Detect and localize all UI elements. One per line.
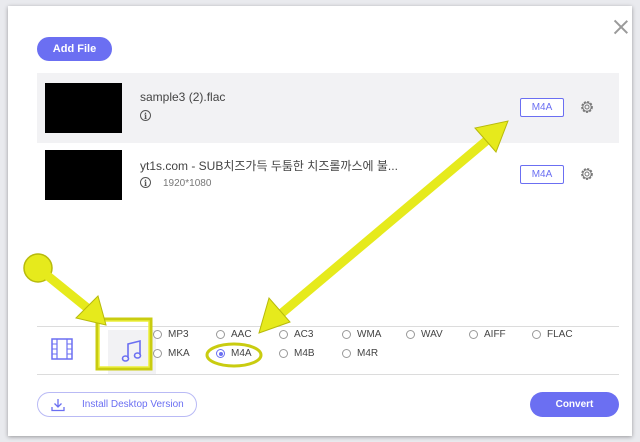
- file-name: yt1s.com - SUB치즈가득 두툼한 치즈롤까스에 불...: [140, 159, 398, 173]
- radio-button[interactable]: [153, 330, 162, 339]
- file-row-1[interactable]: sample3 (2).flac i M4A: [37, 73, 619, 143]
- close-icon[interactable]: [612, 18, 630, 36]
- download-icon: [51, 399, 65, 412]
- radio-button-selected[interactable]: [216, 349, 225, 358]
- radio-button[interactable]: [469, 330, 478, 339]
- radio-button[interactable]: [279, 349, 288, 358]
- output-format-button[interactable]: M4A: [520, 165, 564, 184]
- info-icon[interactable]: i: [140, 177, 151, 188]
- radio-button[interactable]: [342, 330, 351, 339]
- divider: [37, 326, 619, 327]
- add-file-button[interactable]: Add File: [37, 37, 112, 61]
- radio-button[interactable]: [342, 349, 351, 358]
- gear-icon[interactable]: [579, 166, 595, 182]
- music-note-icon: [121, 339, 142, 362]
- convert-button[interactable]: Convert: [530, 392, 619, 417]
- audio-tab[interactable]: [108, 330, 156, 374]
- file-row-2[interactable]: yt1s.com - SUB치즈가득 두툼한 치즈롤까스에 불... i 192…: [37, 140, 619, 210]
- radio-button[interactable]: [216, 330, 225, 339]
- divider: [37, 374, 619, 375]
- file-thumbnail: [45, 83, 122, 133]
- radio-button[interactable]: [279, 330, 288, 339]
- file-name: sample3 (2).flac: [140, 90, 226, 104]
- film-icon[interactable]: [50, 336, 74, 362]
- gear-icon[interactable]: [579, 99, 595, 115]
- radio-button[interactable]: [532, 330, 541, 339]
- radio-button[interactable]: [153, 349, 162, 358]
- info-icon[interactable]: i: [140, 110, 151, 121]
- file-thumbnail: [45, 150, 122, 200]
- install-desktop-button[interactable]: Install Desktop Version: [37, 392, 197, 417]
- file-resolution: 1920*1080: [163, 178, 212, 189]
- radio-button[interactable]: [406, 330, 415, 339]
- converter-window: Add File sample3 (2).flac i M4A yt1s.com…: [8, 6, 632, 436]
- output-format-button[interactable]: M4A: [520, 98, 564, 117]
